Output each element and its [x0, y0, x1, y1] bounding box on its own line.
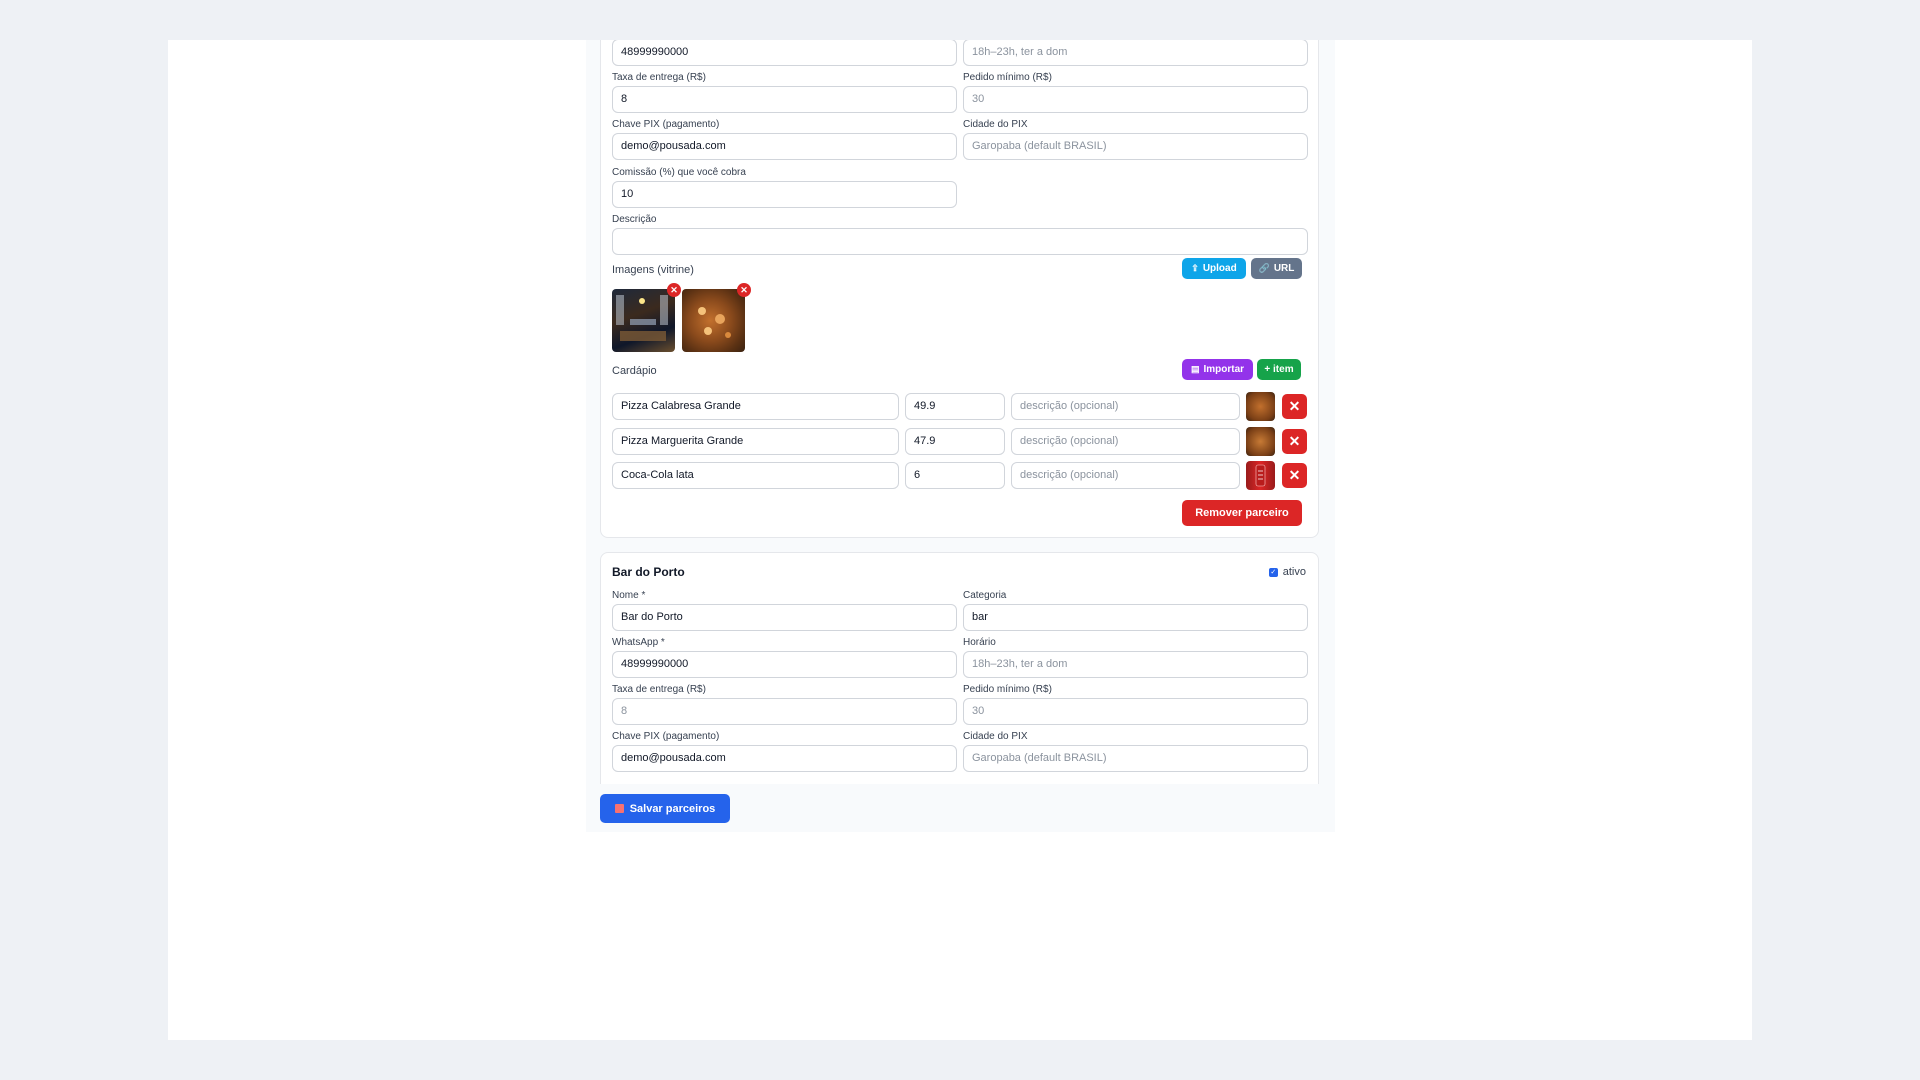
menu-item-image[interactable]	[1246, 461, 1275, 490]
add-item-button[interactable]: + item	[1257, 359, 1301, 380]
whatsapp-label: WhatsApp *	[612, 637, 665, 648]
horario-field: Horário 18h–23h, ter a dom	[963, 637, 1308, 678]
upload-icon: ⇪	[1191, 263, 1199, 273]
cidade-input[interactable]: Garopaba (default BRASIL)	[963, 133, 1308, 160]
imagens-label: Imagens (vitrine)	[612, 264, 694, 276]
ativo-toggle: ✓ ativo	[1268, 566, 1306, 578]
whatsapp-field: WhatsApp * 48999990000	[612, 637, 957, 678]
delete-item-button[interactable]: ✕	[1282, 463, 1307, 488]
pix-field: Chave PIX (pagamento) demo@pousada.com	[612, 119, 957, 160]
nome-label: Nome *	[612, 590, 646, 601]
pedido-input[interactable]: 30	[963, 698, 1308, 725]
cidade-field: Cidade do PIX Garopaba (default BRASIL)	[963, 731, 1308, 772]
menu-item-name-input[interactable]: Pizza Calabresa Grande	[612, 393, 899, 420]
ativo-checkbox[interactable]: ✓	[1268, 567, 1278, 577]
cidade-label: Cidade do PIX	[963, 731, 1028, 742]
save-partners-button[interactable]: Salvar parceiros	[600, 794, 730, 823]
url-button[interactable]: 🔗 URL	[1251, 258, 1302, 279]
taxa-field: Taxa de entrega (R$) 8	[612, 684, 957, 725]
descricao-input[interactable]	[612, 228, 1308, 255]
pix-field: Chave PIX (pagamento) demo@pousada.com	[612, 731, 957, 772]
descricao-field: Descrição	[612, 214, 1308, 255]
importar-button[interactable]: ▤ Importar	[1182, 359, 1253, 380]
menu-item-desc-input[interactable]: descrição (opcional)	[1011, 428, 1240, 455]
categoria-field: Categoria bar	[963, 590, 1308, 631]
remove-image-icon[interactable]: ✕	[737, 283, 751, 297]
remove-partner-button[interactable]: Remover parceiro	[1182, 500, 1302, 526]
horario-label: Horário	[963, 637, 996, 648]
pix-input[interactable]: demo@pousada.com	[612, 745, 957, 772]
remove-image-icon[interactable]: ✕	[667, 283, 681, 297]
taxa-field: Taxa de entrega (R$) 8	[612, 72, 957, 113]
pedido-label: Pedido mínimo (R$)	[963, 72, 1052, 83]
nome-field: Nome * Bar do Porto	[612, 590, 957, 631]
close-icon: ✕	[1288, 467, 1301, 483]
menu-item-desc-input[interactable]: descrição (opcional)	[1011, 462, 1240, 489]
whatsapp-field: 48999990000	[612, 40, 957, 66]
descricao-label: Descrição	[612, 214, 657, 225]
comissao-label: Comissão (%) que você cobra	[612, 167, 746, 178]
horario-field: 18h–23h, ter a dom	[963, 40, 1308, 66]
save-icon	[614, 804, 624, 813]
delete-item-button[interactable]: ✕	[1282, 429, 1307, 454]
partner-title: Bar do Porto	[612, 565, 685, 579]
close-icon: ✕	[1288, 433, 1301, 449]
menu-item-name-input[interactable]: Pizza Marguerita Grande	[612, 428, 899, 455]
nome-input[interactable]: Bar do Porto	[612, 604, 957, 631]
cidade-label: Cidade do PIX	[963, 119, 1028, 130]
remove-partner-label: Remover parceiro	[1195, 507, 1289, 519]
pedido-input[interactable]: 30	[963, 86, 1308, 113]
delete-item-button[interactable]: ✕	[1282, 394, 1307, 419]
taxa-input[interactable]: 8	[612, 698, 957, 725]
horario-input[interactable]: 18h–23h, ter a dom	[963, 651, 1308, 678]
add-item-label: + item	[1264, 364, 1294, 375]
whatsapp-input[interactable]: 48999990000	[612, 651, 957, 678]
menu-item-desc-input[interactable]: descrição (opcional)	[1011, 393, 1240, 420]
cidade-input[interactable]: Garopaba (default BRASIL)	[963, 745, 1308, 772]
link-icon: 🔗	[1258, 263, 1270, 273]
menu-item-name-input[interactable]: Coca-Cola lata	[612, 462, 899, 489]
pix-label: Chave PIX (pagamento)	[612, 119, 720, 130]
partners-panel: 48999990000 18h–23h, ter a dom Taxa de e…	[586, 40, 1335, 832]
gallery-image[interactable]	[612, 289, 675, 352]
importar-label: Importar	[1203, 364, 1245, 375]
pix-label: Chave PIX (pagamento)	[612, 731, 720, 742]
pix-input[interactable]: demo@pousada.com	[612, 133, 957, 160]
categoria-input[interactable]: bar	[963, 604, 1308, 631]
pedido-field: Pedido mínimo (R$) 30	[963, 684, 1308, 725]
taxa-input[interactable]: 8	[612, 86, 957, 113]
upload-button[interactable]: ⇪ Upload	[1182, 258, 1246, 279]
document-icon: ▤	[1190, 364, 1200, 374]
menu-item-price-input[interactable]: 6	[905, 462, 1005, 489]
pedido-label: Pedido mínimo (R$)	[963, 684, 1052, 695]
restaurant-interior-image	[616, 295, 668, 341]
url-label: URL	[1273, 263, 1295, 274]
cardapio-label: Cardápio	[612, 365, 657, 377]
menu-item-price-input[interactable]: 49.9	[905, 393, 1005, 420]
ativo-label: ativo	[1282, 566, 1306, 578]
menu-item-image[interactable]	[1246, 392, 1275, 421]
menu-item-image[interactable]	[1246, 427, 1275, 456]
cidade-field: Cidade do PIX Garopaba (default BRASIL)	[963, 119, 1308, 160]
categoria-label: Categoria	[963, 590, 1007, 601]
pedido-field: Pedido mínimo (R$) 30	[963, 72, 1308, 113]
comissao-field: Comissão (%) que você cobra 10	[612, 167, 957, 208]
taxa-label: Taxa de entrega (R$)	[612, 684, 706, 695]
partner-card: 48999990000 18h–23h, ter a dom Taxa de e…	[600, 40, 1319, 538]
taxa-label: Taxa de entrega (R$)	[612, 72, 706, 83]
whatsapp-input[interactable]: 48999990000	[612, 40, 957, 66]
save-label: Salvar parceiros	[629, 802, 716, 815]
horario-input[interactable]: 18h–23h, ter a dom	[963, 40, 1308, 66]
comissao-input[interactable]: 10	[612, 181, 957, 208]
soda-can-image	[1255, 464, 1266, 487]
pizza-image	[698, 307, 731, 338]
upload-label: Upload	[1202, 263, 1237, 274]
gallery-image[interactable]	[682, 289, 745, 352]
close-icon: ✕	[1288, 398, 1301, 414]
menu-item-price-input[interactable]: 47.9	[905, 428, 1005, 455]
